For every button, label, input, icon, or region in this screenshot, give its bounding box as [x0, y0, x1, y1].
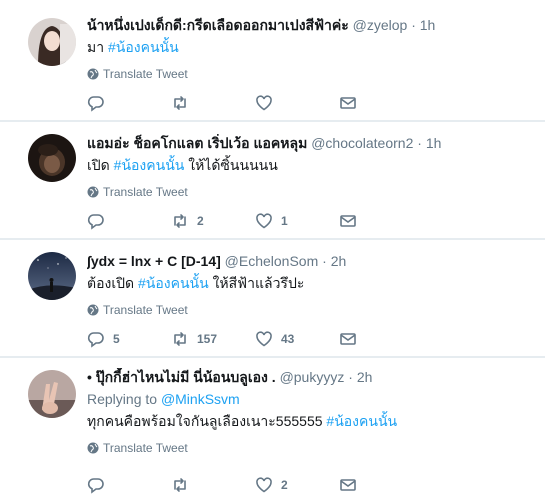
tweet-text-prefix: ทุกคนคือพร้อมใจกันลูเลืองเนาะ555555: [87, 413, 327, 429]
translate-tweet-button[interactable]: Translate Tweet: [87, 185, 537, 199]
retweet-button[interactable]: [171, 476, 255, 494]
like-count: 43: [281, 332, 295, 346]
like-button[interactable]: 43: [255, 330, 339, 348]
retweet-button[interactable]: 157: [171, 330, 255, 348]
tweet-text-suffix: ให้สีฟ้าแล้วรึปะ: [208, 275, 305, 291]
translate-label: Translate Tweet: [103, 67, 188, 81]
direct-message-button[interactable]: [339, 476, 423, 494]
like-button[interactable]: [255, 94, 339, 112]
reply-button[interactable]: 5: [87, 330, 171, 348]
separator-dot: ·: [411, 17, 416, 33]
user-handle[interactable]: @zyelop: [353, 17, 408, 33]
avatar[interactable]: [28, 134, 76, 182]
separator-dot: ·: [322, 253, 327, 269]
user-handle[interactable]: @EchelonSom: [225, 253, 319, 269]
globe-icon: [87, 186, 99, 198]
tweet-text: เปิด #น้องคนนั้น ให้ได้ซิ้นนนนน: [87, 156, 537, 175]
tweet[interactable]: แอมอ่ะ ช็อคโกแลต เริ่ปเว้อ แอคหลุม @choc…: [0, 122, 545, 239]
direct-message-button[interactable]: [339, 330, 423, 348]
direct-message-icon: [340, 215, 356, 227]
like-count: 1: [281, 214, 288, 228]
tweet-text-prefix: เปิด: [87, 157, 114, 173]
translate-tweet-button[interactable]: Translate Tweet: [87, 303, 537, 317]
timestamp[interactable]: 1h: [426, 135, 442, 151]
replying-to: Replying to @MinkSsvm: [87, 390, 537, 409]
retweet-icon: [174, 332, 186, 346]
display-name[interactable]: ∫ydx = lnx + C [D-14]: [87, 253, 221, 269]
avatar[interactable]: [28, 370, 76, 418]
hashtag-link[interactable]: #น้องคนนั้น: [138, 275, 209, 291]
tweet-text-prefix: ต้องเปิด: [87, 275, 138, 291]
tweet-text-suffix: ให้ได้ซิ้นนนนน: [184, 157, 278, 173]
tweet-text-prefix: มา: [87, 39, 108, 55]
retweet-button[interactable]: 2: [171, 212, 255, 230]
reply-icon: [87, 332, 104, 348]
reply-icon: [87, 214, 104, 230]
translate-label: Translate Tweet: [103, 441, 188, 455]
direct-message-button[interactable]: [339, 212, 423, 230]
reply-button[interactable]: [87, 212, 171, 230]
translate-tweet-button[interactable]: Translate Tweet: [87, 67, 537, 81]
translate-tweet-button[interactable]: Translate Tweet: [87, 441, 537, 455]
hashtag-link[interactable]: #น้องคนนั้น: [114, 157, 185, 173]
user-handle[interactable]: @chocolateorn2: [311, 135, 413, 151]
retweet-count: 157: [197, 332, 218, 346]
direct-message-icon: [340, 479, 356, 491]
timestamp[interactable]: 1h: [420, 17, 436, 33]
reply-button[interactable]: [87, 476, 171, 494]
retweet-button[interactable]: [171, 94, 255, 112]
direct-message-icon: [340, 97, 356, 109]
hashtag-link[interactable]: #น้องคนนั้น: [326, 413, 397, 429]
user-handle[interactable]: @pukyyyz: [280, 369, 345, 385]
timestamp[interactable]: 2h: [357, 369, 373, 385]
globe-icon: [87, 304, 99, 316]
separator-dot: ·: [348, 369, 353, 385]
tweet-text: ต้องเปิด #น้องคนนั้น ให้สีฟ้าแล้วรึปะ: [87, 274, 537, 293]
display-name[interactable]: • ปุ๊กกี้ฮ่าไหนไม่มี นี่น้อนบลูเอง .: [87, 369, 276, 385]
direct-message-button[interactable]: [339, 94, 423, 112]
like-icon: [256, 213, 272, 229]
display-name[interactable]: น้าหนึ่งเปงเด็กดี:กรีดเลือดออกมาเปงสีฟ้า…: [87, 17, 349, 33]
hashtag-link[interactable]: #น้องคนนั้น: [108, 39, 179, 55]
like-button[interactable]: 2: [255, 476, 339, 494]
tweet[interactable]: ∫ydx = lnx + C [D-14] @EchelonSom · 2h ต…: [0, 240, 545, 357]
globe-icon: [87, 68, 99, 80]
translate-label: Translate Tweet: [103, 303, 188, 317]
display-name[interactable]: แอมอ่ะ ช็อคโกแลต เริ่ปเว้อ แอคหลุม: [87, 135, 307, 151]
like-count: 2: [281, 478, 288, 492]
avatar[interactable]: [28, 18, 76, 66]
reply-count: 5: [113, 332, 120, 346]
retweet-icon: [174, 214, 186, 228]
like-icon: [256, 477, 272, 493]
direct-message-icon: [340, 333, 356, 345]
tweet[interactable]: • ปุ๊กกี้ฮ่าไหนไม่มี นี่น้อนบลูเอง . @pu…: [0, 358, 545, 503]
reply-icon: [87, 478, 104, 494]
retweet-icon: [174, 96, 186, 110]
tweet-text: ทุกคนคือพร้อมใจกันลูเลืองเนาะ555555 #น้อ…: [87, 412, 537, 431]
like-button[interactable]: 1: [255, 212, 339, 230]
like-icon: [256, 331, 272, 347]
timestamp[interactable]: 2h: [331, 253, 347, 269]
tweet-text: มา #น้องคนนั้น: [87, 38, 537, 57]
mention-link[interactable]: @MinkSsvm: [161, 391, 240, 407]
retweet-count: 2: [197, 214, 204, 228]
reply-button[interactable]: [87, 94, 171, 112]
like-icon: [256, 95, 272, 111]
globe-icon: [87, 442, 99, 454]
tweet[interactable]: น้าหนึ่งเปงเด็กดี:กรีดเลือดออกมาเปงสีฟ้า…: [0, 0, 545, 121]
reply-icon: [87, 96, 104, 112]
replying-to-label: Replying to: [87, 391, 161, 407]
avatar[interactable]: [28, 252, 76, 300]
retweet-icon: [174, 478, 186, 492]
translate-label: Translate Tweet: [103, 185, 188, 199]
separator-dot: ·: [417, 135, 422, 151]
